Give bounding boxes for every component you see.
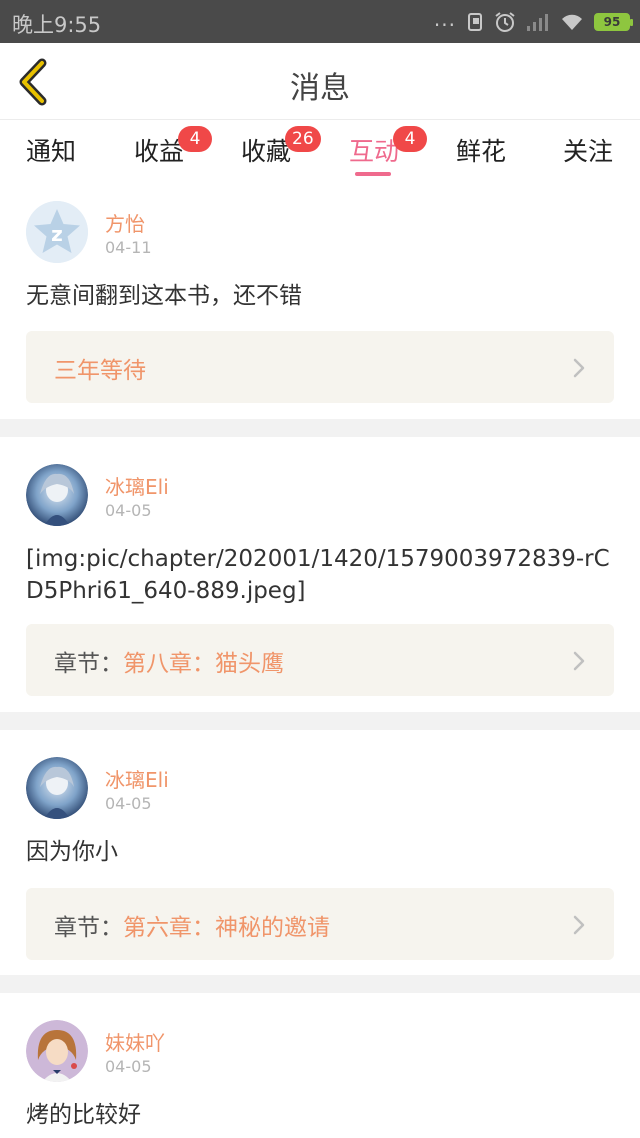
status-time: 晚上9:55	[12, 13, 102, 37]
message-date: 04-05	[105, 794, 152, 813]
tab-earnings[interactable]: 收益 4	[134, 126, 212, 168]
chapter-title: 第八章：猫头鹰	[123, 651, 284, 677]
reference-text: 章节：第六章：神秘的邀请	[54, 908, 330, 942]
message-item: 妹妹吖 04-05 烤的比较好	[0, 993, 640, 1138]
message-content: 烤的比较好	[26, 1102, 141, 1128]
message-item: z 方怡 04-11 无意间翻到这本书，还不错 三年等待	[0, 184, 640, 419]
anime-girl-avatar-icon	[26, 464, 88, 526]
avatar[interactable]	[26, 464, 88, 526]
more-dots-icon: ...	[433, 7, 456, 31]
reference-text: 章节：第八章：猫头鹰	[54, 644, 284, 678]
tab-interactions[interactable]: 互动 4	[349, 126, 427, 168]
unread-badge: 4	[178, 126, 212, 152]
message-date: 04-05	[105, 1057, 152, 1076]
message-content: 因为你小	[26, 839, 118, 865]
unread-badge: 26	[285, 126, 321, 152]
username[interactable]: 方怡	[105, 208, 145, 237]
signal-icon	[527, 14, 548, 31]
chevron-right-icon	[573, 651, 585, 671]
tab-following[interactable]: 关注	[563, 132, 613, 168]
divider	[0, 975, 640, 993]
sim-icon	[468, 13, 482, 31]
reference-prefix: 章节：	[54, 915, 123, 941]
tab-label: 关注	[563, 137, 614, 166]
chapter-reference-card[interactable]: 章节：第八章：猫头鹰	[26, 624, 614, 696]
chevron-right-icon	[573, 358, 585, 378]
avatar[interactable]	[26, 757, 88, 819]
reference-prefix: 章节：	[54, 651, 123, 677]
tab-bar: 通知 收益 4 收藏 26 互动 4 鲜花 关注	[0, 120, 640, 184]
tab-flowers[interactable]: 鲜花	[456, 132, 506, 168]
username[interactable]: 冰璃Eli	[105, 471, 169, 500]
default-star-avatar-icon: z	[26, 201, 88, 263]
message-item: 冰璃Eli 04-05 [img:pic/chapter/202001/1420…	[0, 437, 640, 712]
divider	[0, 712, 640, 730]
book-title: 三年等待	[54, 358, 146, 384]
username[interactable]: 妹妹吖	[105, 1027, 165, 1056]
reference-text: 三年等待	[54, 351, 146, 385]
message-date: 04-05	[105, 501, 152, 520]
unread-badge: 4	[393, 126, 427, 152]
message-item: 冰璃Eli 04-05 因为你小 章节：第六章：神秘的邀请	[0, 730, 640, 975]
girl-portrait-avatar-icon	[26, 1020, 88, 1082]
tab-label: 通知	[26, 137, 77, 166]
message-date: 04-11	[105, 238, 152, 257]
status-icons: ... 95	[433, 7, 633, 34]
chapter-reference-card[interactable]: 章节：第六章：神秘的邀请	[26, 888, 614, 960]
tab-label: 收藏	[241, 137, 292, 166]
alarm-icon	[495, 12, 515, 32]
avatar[interactable]: z	[26, 201, 88, 263]
tab-label: 收益	[134, 137, 185, 166]
tab-label: 鲜花	[456, 137, 507, 166]
divider	[0, 419, 640, 437]
svg-text:z: z	[51, 222, 63, 246]
status-bar: 晚上9:55 ... 95	[0, 0, 640, 43]
anime-girl-avatar-icon	[26, 757, 88, 819]
chevron-right-icon	[573, 915, 585, 935]
message-content: [img:pic/chapter/202001/1420/15790039728…	[26, 546, 610, 604]
book-reference-card[interactable]: 三年等待	[26, 331, 614, 403]
wifi-icon	[562, 14, 582, 30]
app-header: 消息	[0, 43, 640, 120]
username[interactable]: 冰璃Eli	[105, 764, 169, 793]
tab-notifications[interactable]: 通知	[26, 132, 76, 168]
battery-icon: 95	[594, 13, 633, 31]
tab-label: 互动	[349, 137, 400, 166]
chapter-title: 第六章：神秘的邀请	[123, 915, 330, 941]
message-content: 无意间翻到这本书，还不错	[26, 283, 302, 309]
active-tab-indicator	[355, 172, 391, 176]
page-title: 消息	[290, 71, 350, 106]
avatar[interactable]	[26, 1020, 88, 1082]
tab-favorites[interactable]: 收藏 26	[241, 126, 321, 168]
